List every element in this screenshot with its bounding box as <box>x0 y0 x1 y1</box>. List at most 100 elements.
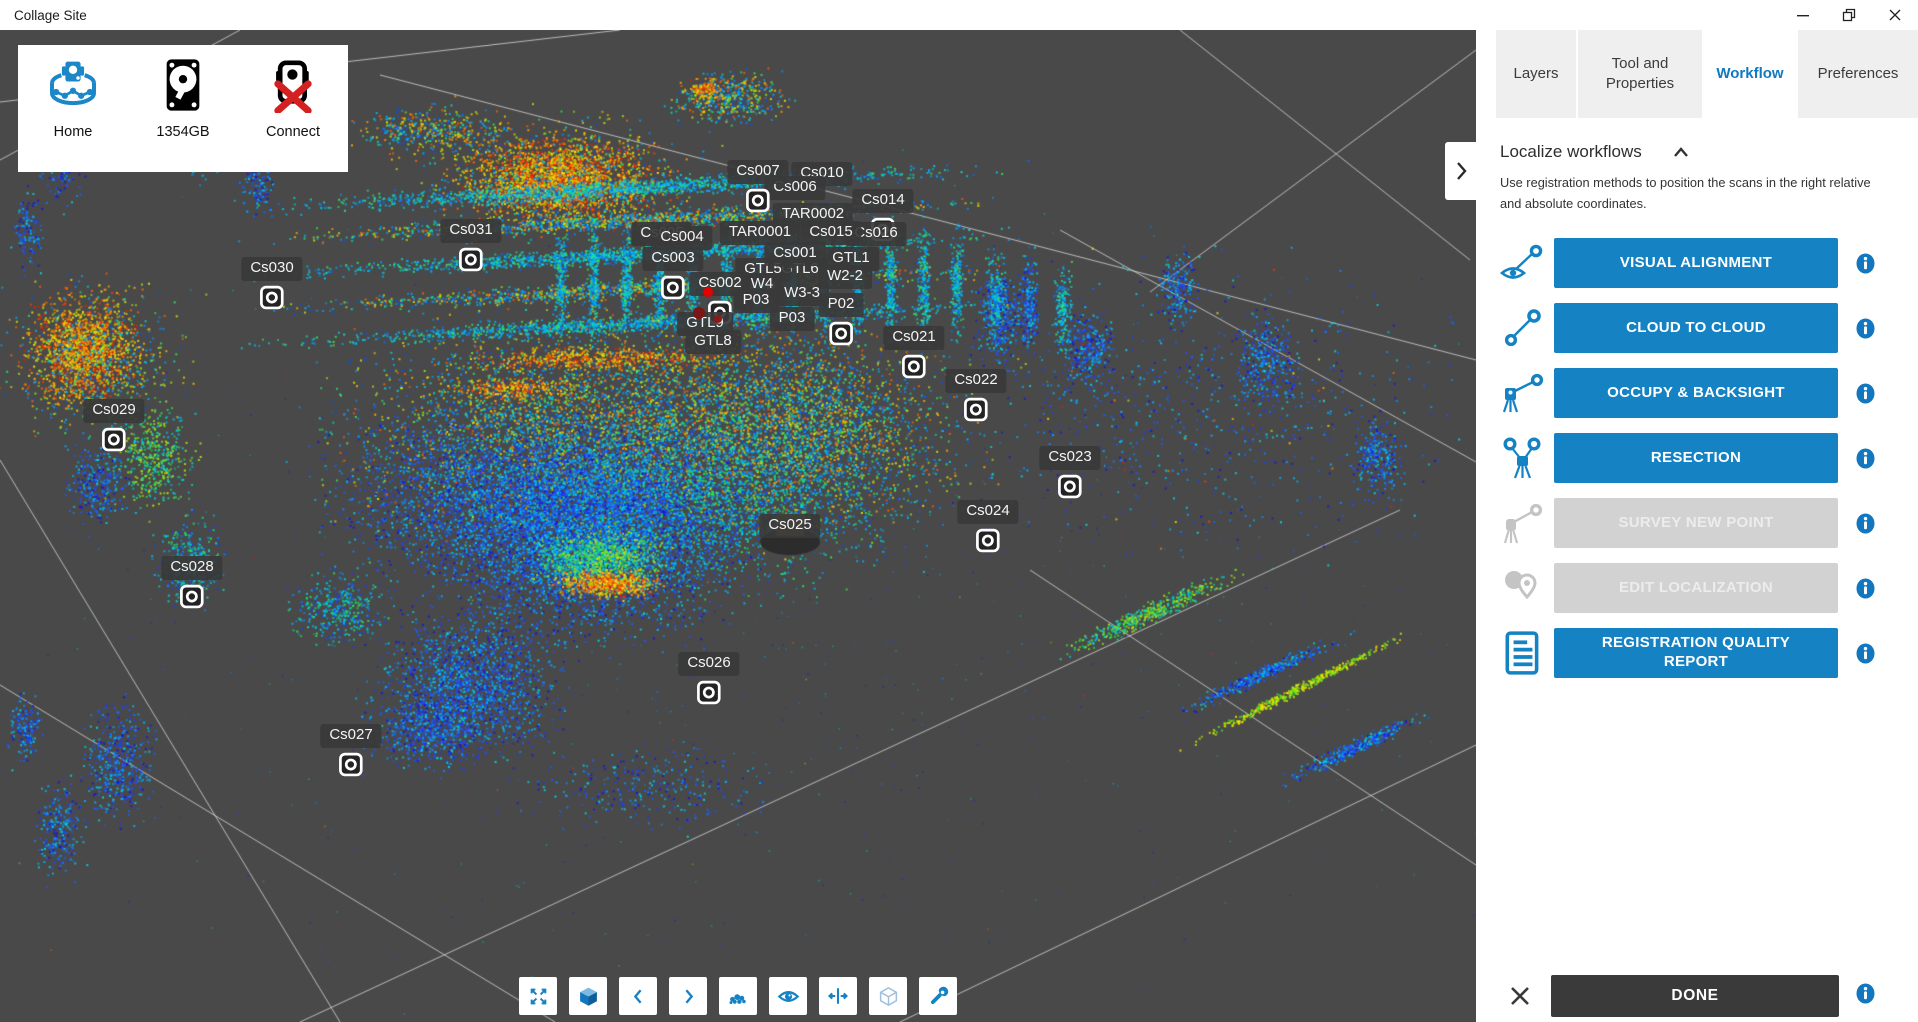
workflow-row: VISUAL ALIGNMENT <box>1500 238 1918 288</box>
scan-station-icon <box>975 528 1000 553</box>
scan-label: Cs030 <box>241 257 302 281</box>
scan-marker-tar0001[interactable]: TAR0001 <box>720 221 800 245</box>
info-icon[interactable] <box>1856 643 1875 664</box>
scan-label: Cs026 <box>678 652 739 676</box>
scan-label: Cs015 <box>800 221 861 245</box>
scan-marker-w3-3[interactable]: W3-3 <box>775 282 829 306</box>
section-title: Localize workflows <box>1500 142 1642 162</box>
tab-preferences[interactable]: Preferences <box>1798 30 1918 118</box>
cube-view-button[interactable] <box>569 977 607 1015</box>
workflow-button-cloud-to-cloud[interactable]: CLOUD TO CLOUD <box>1554 303 1838 353</box>
info-icon[interactable] <box>1856 448 1875 469</box>
minimize-button[interactable] <box>1780 0 1826 30</box>
workflow-button-occupy-backsight[interactable]: OCCUPY & BACKSIGHT <box>1554 368 1838 418</box>
workflow-button-survey-new-point: SURVEY NEW POINT <box>1554 498 1838 548</box>
toolbar-item-connect[interactable]: Connect <box>243 57 343 140</box>
scan-marker-cs022[interactable]: Cs022 <box>945 369 1006 422</box>
eye-button[interactable] <box>769 977 807 1015</box>
scan-station-icon <box>259 285 284 310</box>
target-dot <box>714 315 722 323</box>
resection-icon <box>1500 437 1546 479</box>
scan-marker-gtl8[interactable]: GTL8 <box>685 330 741 354</box>
tab-workflow[interactable]: Workflow <box>1704 30 1796 118</box>
chevron-left-icon <box>628 986 649 1007</box>
scan-marker-cs021[interactable]: Cs021 <box>883 326 944 379</box>
chevron-left-button[interactable] <box>619 977 657 1015</box>
restore-button[interactable] <box>1826 0 1872 30</box>
workflow-button-resection[interactable]: RESECTION <box>1554 433 1838 483</box>
quick-toolbar: Home 1354GB Connect <box>18 45 348 172</box>
wireframe-cube-button[interactable] <box>869 977 907 1015</box>
window-title: Collage Site <box>14 8 87 23</box>
scan-marker-cs027[interactable]: Cs027 <box>320 724 381 777</box>
workflow-row: SURVEY NEW POINT <box>1500 498 1918 548</box>
fit-view-button[interactable] <box>519 977 557 1015</box>
scan-marker-cs015[interactable]: Cs015 <box>800 221 861 245</box>
info-icon[interactable] <box>1856 383 1875 404</box>
workflow-close-button[interactable] <box>1508 984 1532 1008</box>
scan-label: Cs022 <box>945 369 1006 393</box>
workflow-button-registration-quality-report[interactable]: REGISTRATION QUALITY REPORT <box>1554 628 1838 678</box>
info-icon[interactable] <box>1856 513 1875 534</box>
scan-marker-cs028[interactable]: Cs028 <box>161 556 222 609</box>
scan-marker-cs024[interactable]: Cs024 <box>957 500 1018 553</box>
done-button[interactable]: DONE <box>1551 975 1839 1017</box>
workflow-row: RESECTION <box>1500 433 1918 483</box>
scan-label: Cs014 <box>852 189 913 213</box>
scan-station-icon <box>696 680 721 705</box>
info-icon[interactable] <box>1856 253 1875 274</box>
scan-label: Cs023 <box>1039 446 1100 470</box>
scan-marker-p03[interactable]: P03 <box>770 307 815 331</box>
section-description: Use registration methods to position the… <box>1500 172 1892 214</box>
scan-station-icon <box>660 275 685 300</box>
scan-label: Cs001 <box>764 242 825 266</box>
close-icon <box>1508 984 1532 1008</box>
scan-station-icon <box>901 354 926 379</box>
wrench-button[interactable] <box>919 977 957 1015</box>
edit-localization-icon <box>1500 567 1546 609</box>
workflow-row: CLOUD TO CLOUD <box>1500 303 1918 353</box>
scan-marker-cs026[interactable]: Cs026 <box>678 652 739 705</box>
scan-marker-cs023[interactable]: Cs023 <box>1039 446 1100 499</box>
scan-station-icon <box>179 584 204 609</box>
scan-label: Cs003 <box>642 247 703 271</box>
collapse-chevron-icon[interactable] <box>1672 145 1690 159</box>
info-icon[interactable] <box>1856 318 1875 339</box>
tab-tool-and-properties[interactable]: Tool and Properties <box>1578 30 1702 118</box>
point-cloud-icon <box>727 985 749 1007</box>
cloud-link-icon <box>1500 307 1546 349</box>
scan-station-icon <box>458 247 483 272</box>
target-dot <box>703 287 713 297</box>
tab-layers[interactable]: Layers <box>1496 30 1576 118</box>
hard-drive-icon <box>155 57 211 118</box>
point-cloud-button[interactable] <box>719 977 757 1015</box>
toolbar-item-home[interactable]: Home <box>23 57 123 140</box>
chevron-right-button[interactable] <box>669 977 707 1015</box>
chevron-right-icon <box>1452 159 1470 183</box>
panel-expand-button[interactable] <box>1445 142 1476 200</box>
info-icon[interactable] <box>1856 983 1875 1009</box>
chevron-right-icon <box>678 986 699 1007</box>
scan-label: Cs029 <box>83 399 144 423</box>
close-button[interactable] <box>1872 0 1918 30</box>
toolbar-item-1354gb[interactable]: 1354GB <box>133 57 233 140</box>
workflow-button-edit-localization: EDIT LOCALIZATION <box>1554 563 1838 613</box>
title-bar: Collage Site <box>0 0 1918 30</box>
close-icon <box>1886 6 1904 24</box>
report-icon <box>1500 631 1546 675</box>
scan-marker-cs001[interactable]: Cs001 <box>764 242 825 266</box>
info-icon[interactable] <box>1856 578 1875 599</box>
scan-marker-cs004[interactable]: Cs004 <box>651 226 712 250</box>
split-view-button[interactable] <box>819 977 857 1015</box>
scan-label: Cs004 <box>651 226 712 250</box>
toolbar-item-label: Home <box>54 124 93 140</box>
workflow-button-visual-alignment[interactable]: VISUAL ALIGNMENT <box>1554 238 1838 288</box>
wrench-icon <box>928 986 949 1007</box>
scan-marker-cs031[interactable]: Cs031 <box>440 219 501 272</box>
panel-footer: DONE <box>1476 975 1918 1017</box>
scan-marker-cs030[interactable]: Cs030 <box>241 257 302 310</box>
scan-marker-cs025[interactable]: Cs025 <box>759 514 820 538</box>
scan-marker-cs029[interactable]: Cs029 <box>83 399 144 452</box>
viewport-3d[interactable]: Home 1354GB Connect Cs029 Cs030 Cs031 Cs… <box>0 30 1476 1022</box>
workflow-row: REGISTRATION QUALITY REPORT <box>1500 628 1918 678</box>
